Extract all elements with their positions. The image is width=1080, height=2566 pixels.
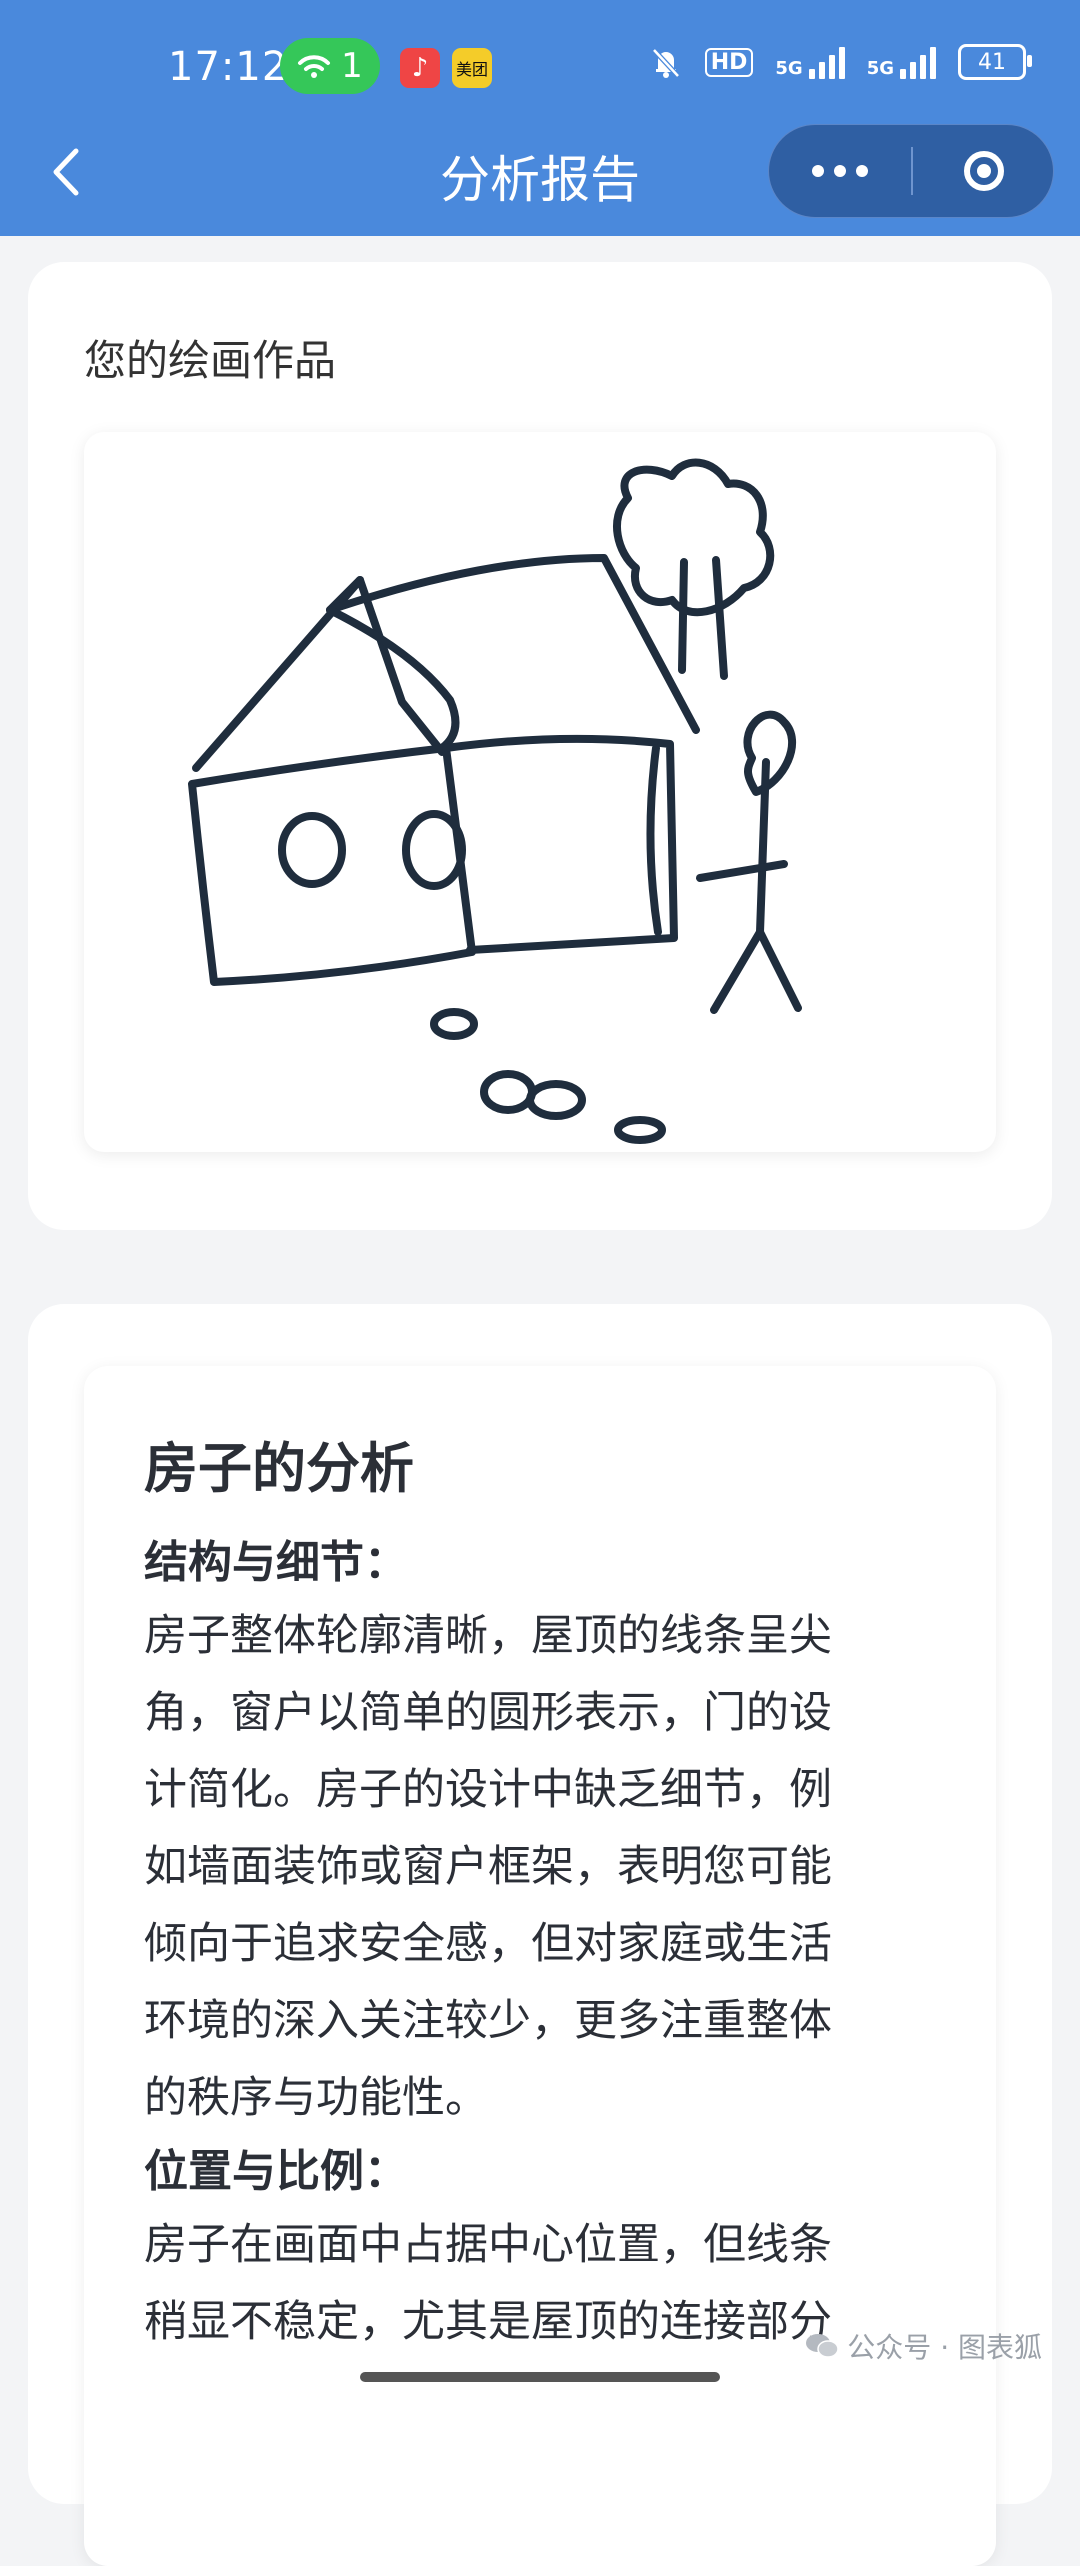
target-icon xyxy=(964,151,1004,191)
paragraph-line: 角，窗户以简单的圆形表示，门的设 xyxy=(144,1688,832,1738)
section-subheading: 结构与细节： xyxy=(144,1537,408,1588)
house-tree-person-drawing xyxy=(188,458,802,1144)
header-bar: 17:12 1 ♪ 美团 HD 5G 5G 41 分析报告 xyxy=(0,0,1080,236)
status-bar: 17:12 1 ♪ 美团 HD 5G 5G 41 xyxy=(0,0,1080,140)
analysis-heading: 房子的分析 xyxy=(144,1437,414,1500)
signal-bars-icon xyxy=(900,45,936,79)
hd-badge: HD xyxy=(704,47,754,77)
paragraph-line: 环境的深入关注较少，更多注重整体 xyxy=(144,1996,832,2046)
miniprogram-capsule xyxy=(768,124,1054,218)
more-button[interactable] xyxy=(769,125,911,217)
signal-2: 5G xyxy=(867,45,936,79)
analysis-panel: 房子的分析 结构与细节： 房子整体轮廓清晰，屋顶的线条呈尖 角，窗户以简单的圆形… xyxy=(84,1366,996,2566)
hotspot-pill[interactable]: 1 xyxy=(280,38,380,94)
drawing-card-title: 您的绘画作品 xyxy=(84,336,337,385)
watermark: 公众号 · 图表狐 xyxy=(805,2326,1042,2366)
status-time: 17:12 xyxy=(168,44,289,90)
paragraph-line: 房子在画面中占据中心位置，但线条 xyxy=(144,2220,832,2270)
paragraph-line: 倾向于追求安全感，但对家庭或生活 xyxy=(144,1919,832,1969)
drawing-card: 您的绘画作品 xyxy=(28,262,1052,1230)
section-subheading: 位置与比例： xyxy=(144,2146,408,2197)
analysis-content: 房子的分析 结构与细节： 房子整体轮廓清晰，屋顶的线条呈尖 角，窗户以简单的圆形… xyxy=(144,1432,944,2361)
paragraph-line: 的秩序与功能性。 xyxy=(144,2073,488,2123)
battery-icon: 41 xyxy=(958,44,1032,80)
mute-bell-icon xyxy=(651,48,680,78)
hotspot-count: 1 xyxy=(341,46,363,86)
meituan-app-icon: 美团 xyxy=(452,48,492,88)
paragraph-line: 房子整体轮廓清晰，屋顶的线条呈尖 xyxy=(144,1611,832,1661)
signal-bars-icon xyxy=(808,45,845,79)
watermark-text: 公众号 · 图表狐 xyxy=(847,2331,1042,2364)
dot-icon xyxy=(834,165,846,177)
music-app-icon: ♪ xyxy=(400,48,440,88)
wechat-icon xyxy=(806,2334,840,2358)
paragraph-line: 计简化。房子的设计中缺乏细节，例 xyxy=(144,1765,832,1815)
wifi-icon xyxy=(298,55,331,78)
signal-1: 5G xyxy=(775,45,845,79)
paragraph-line: 如墙面装饰或窗户框架，表明您可能 xyxy=(144,1842,832,1892)
close-miniprogram-button[interactable] xyxy=(913,125,1055,217)
network-type-1: 5G xyxy=(775,58,803,79)
status-indicators: HD 5G 5G 41 xyxy=(649,44,1032,80)
network-type-2: 5G xyxy=(866,58,894,79)
dot-icon xyxy=(856,165,868,177)
home-indicator[interactable] xyxy=(360,2372,720,2382)
drawing-canvas xyxy=(84,432,996,1152)
battery-level: 41 xyxy=(978,49,1006,75)
analysis-card: 房子的分析 结构与细节： 房子整体轮廓清晰，屋顶的线条呈尖 角，窗户以简单的圆形… xyxy=(28,1304,1052,2566)
dot-icon xyxy=(812,165,824,177)
